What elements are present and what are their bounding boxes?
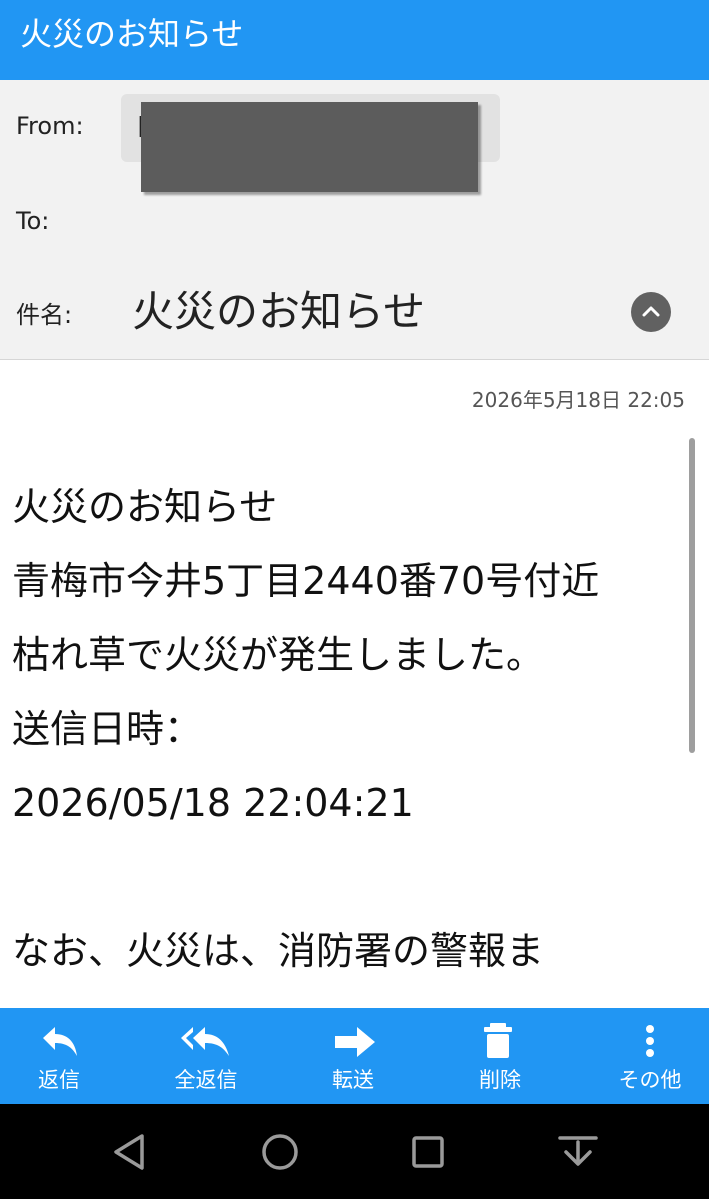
title-bar: 火災のお知らせ (0, 0, 709, 80)
chevron-up-icon (642, 306, 660, 317)
reply-label: 返信 (38, 1068, 80, 1092)
reply-icon (43, 1027, 77, 1056)
body-line: 送信日時： (12, 707, 203, 751)
subject-value: 火災のお知らせ (132, 287, 426, 336)
delete-button[interactable]: 削除 (435, 1008, 565, 1104)
body-line: なお、火災は、消防署の警報ま (12, 929, 545, 973)
recents-square-icon[interactable] (406, 1130, 450, 1174)
trash-icon (484, 1023, 512, 1058)
reply-all-button[interactable]: 全返信 (141, 1008, 271, 1104)
home-circle-icon[interactable] (258, 1130, 302, 1174)
body-line (12, 840, 680, 914)
notification-dismiss-icon[interactable] (556, 1130, 600, 1174)
body-line: 枯れ草で火災が発生しました。 (12, 633, 545, 677)
reply-all-icon (181, 1027, 229, 1056)
forward-button[interactable]: 転送 (288, 1008, 418, 1104)
body-line: 2026/05/18 22:04:21 (12, 781, 414, 825)
message-body: 火災のお知らせ 青梅市今井5丁目2440番70号付近 枯れ草で火災が発生しました… (12, 470, 680, 1008)
body-line: 火災のお知らせ (12, 485, 278, 529)
more-button[interactable]: その他 (585, 1008, 709, 1104)
message-date: 2026年5月18日 22:05 (471, 388, 685, 412)
more-label: その他 (618, 1068, 682, 1092)
mail-header: From: l o To: 件名: 火災のお知らせ (0, 80, 709, 360)
system-nav-bar (0, 1104, 709, 1199)
back-triangle-icon[interactable] (108, 1130, 152, 1174)
reply-all-label: 全返信 (174, 1068, 238, 1092)
forward-icon (335, 1027, 375, 1057)
action-bar: 返信 全返信 転送 削除 その他 (0, 1008, 709, 1104)
subject-label: 件名: (16, 301, 73, 329)
body-line: 青梅市今井5丁目2440番70号付近 (12, 559, 600, 603)
collapse-header-button[interactable] (631, 292, 671, 332)
more-vertical-icon (646, 1025, 654, 1057)
reply-button[interactable]: 返信 (0, 1008, 124, 1104)
page-title: 火災のお知らせ (20, 15, 244, 53)
forward-label: 転送 (332, 1068, 374, 1092)
scrollbar[interactable] (689, 438, 695, 753)
delete-label: 削除 (479, 1068, 521, 1092)
from-label: From: (16, 112, 84, 140)
to-label: To: (16, 207, 50, 235)
redaction-block (141, 102, 478, 192)
